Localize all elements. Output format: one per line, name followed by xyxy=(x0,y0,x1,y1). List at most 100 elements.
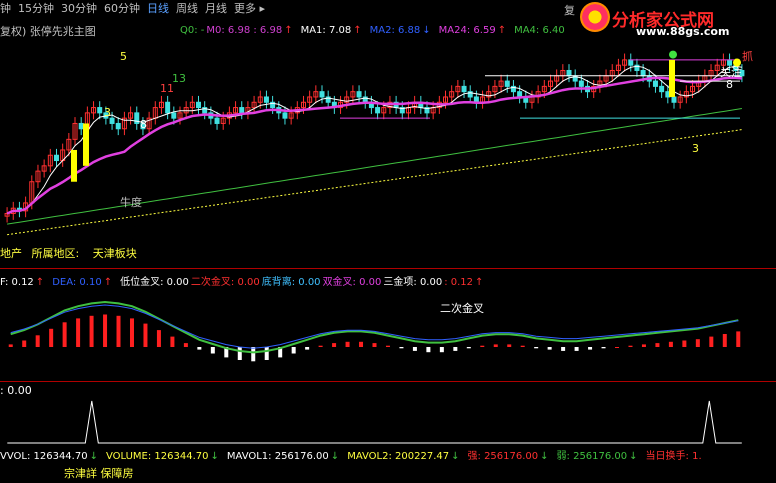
macd-bar xyxy=(507,344,512,347)
header-value-4: MAVOL1: 256176.00 xyxy=(226,451,329,462)
header-value-11: ↓ xyxy=(629,451,638,462)
candle-body xyxy=(171,112,177,119)
chart-annotation: 13 xyxy=(172,72,186,85)
candle-body xyxy=(659,85,665,93)
signal-line xyxy=(7,400,742,444)
macd-bar xyxy=(682,340,687,347)
header-value-9: MA4: 6.40 xyxy=(514,25,565,36)
macd-bar xyxy=(385,345,390,347)
macd-bar xyxy=(709,336,714,347)
volume-footer: 宗津詳 保障房 xyxy=(64,467,134,480)
separator xyxy=(0,268,776,269)
candle-body xyxy=(196,101,202,109)
macd-bar xyxy=(318,345,323,347)
candle-body xyxy=(115,122,121,130)
macd-bar xyxy=(547,347,552,350)
header-value-3: MA1: 7.08 xyxy=(300,25,352,36)
period-tabs: 钟 15分钟 30分钟 60分钟 日线 周线 月线 更多 ▸ xyxy=(0,0,272,18)
tab-5[interactable]: 周线 xyxy=(176,2,198,15)
tab-6[interactable]: 月线 xyxy=(205,2,227,15)
macd-bar xyxy=(332,343,337,347)
signal-bar xyxy=(669,59,675,97)
macd-bar xyxy=(76,318,81,347)
header-value-9: ↓ xyxy=(540,451,549,462)
macd-bar xyxy=(453,347,458,351)
macd-bar xyxy=(197,347,202,350)
candle-body xyxy=(375,107,381,114)
macd-bar xyxy=(35,335,40,347)
candle-body xyxy=(727,59,733,66)
candle-body xyxy=(239,107,245,114)
macd-bar xyxy=(251,347,256,362)
header-value-12: 当日换手: 1. xyxy=(645,451,702,462)
flower-icon xyxy=(580,2,610,32)
tab-3[interactable]: 60分钟 xyxy=(104,2,140,15)
macd-bar xyxy=(305,347,310,350)
candle-body xyxy=(263,96,269,103)
macd-bar xyxy=(641,344,646,347)
separator xyxy=(0,381,776,382)
header-value-0: Q0: - xyxy=(180,25,205,36)
candle-body xyxy=(97,107,103,114)
chart-annotation: 5 xyxy=(120,50,127,63)
tab-4[interactable]: 日线 xyxy=(147,2,169,15)
macd-bar xyxy=(628,345,633,347)
macd-bar xyxy=(520,345,525,347)
macd-bar xyxy=(372,343,377,347)
macd-bar xyxy=(156,330,161,347)
candle-body xyxy=(652,80,658,87)
candle-body xyxy=(78,122,84,130)
main-indicator-line: Q0: - M0: 6.98 : 6.98 ↑ MA1: 7.08 ↑ MA2: 6.88… xyxy=(180,23,567,36)
header-value-1: ↓ xyxy=(89,451,98,462)
macd-bar xyxy=(183,343,188,347)
candle-body xyxy=(282,112,288,119)
macd-bar xyxy=(22,340,27,347)
tab-2[interactable]: 30分钟 xyxy=(61,2,97,15)
macd-bar xyxy=(722,334,727,347)
macd-bar xyxy=(8,344,13,347)
signal-chart[interactable] xyxy=(0,395,776,445)
macd-bar xyxy=(601,347,606,349)
candle-body xyxy=(165,101,171,114)
tab-7[interactable]: 更多 ▸ xyxy=(234,2,265,15)
macd-bar xyxy=(574,347,579,351)
green-dot-marker xyxy=(669,50,677,59)
ma24-line xyxy=(6,76,743,215)
sector-info: 地产 所属地区: 天津板块 xyxy=(0,245,137,261)
chart-annotation: 关注 xyxy=(720,65,742,79)
header-value-7: ↓ xyxy=(451,451,460,462)
macd-bar xyxy=(49,328,54,347)
info-b: 所属地区: xyxy=(31,247,80,260)
toolbar-right-glyph[interactable]: 复 xyxy=(564,2,575,18)
signal-bar xyxy=(71,149,77,182)
chart-annotation: 3 xyxy=(692,142,699,155)
macd-bar xyxy=(345,341,350,347)
candle-body xyxy=(671,96,677,103)
candle-body xyxy=(640,69,646,77)
candle-body xyxy=(578,80,584,87)
macd-bar xyxy=(615,347,620,348)
ma1-line xyxy=(6,65,742,214)
macd-bar xyxy=(359,341,364,347)
header-value-5: ↓ xyxy=(330,451,340,462)
candle-body xyxy=(214,117,220,124)
info-c: 天津板块 xyxy=(92,247,137,260)
macd-bar xyxy=(62,322,67,347)
header-value-5: MA2: 6.88 xyxy=(369,25,421,36)
candle-body xyxy=(319,91,325,98)
volume-header: VVOL: 126344.70 ↓ VOLUME: 126344.70 ↓ MAVOL1… xyxy=(0,447,704,462)
candlestick-chart[interactable]: 5111338牛度38关注抓 xyxy=(0,36,776,246)
signal-bar xyxy=(83,123,89,166)
macd-chart[interactable]: 二次金叉 xyxy=(0,287,776,382)
header-value-1: M0: 6.98 : 6.98 xyxy=(206,25,283,36)
chart-annotation: 8 xyxy=(140,118,147,131)
tab-0[interactable]: 钟 xyxy=(0,2,11,15)
macd-bar xyxy=(89,315,94,347)
header-value-8: ↑ xyxy=(497,25,507,36)
header-value-2: ↑ xyxy=(284,25,293,36)
macd-bar xyxy=(399,347,404,349)
macd-bar xyxy=(561,347,566,351)
tab-1[interactable]: 15分钟 xyxy=(18,2,54,15)
candle-body xyxy=(53,154,59,162)
header-value-10: 弱: 256176.00 xyxy=(556,451,628,462)
